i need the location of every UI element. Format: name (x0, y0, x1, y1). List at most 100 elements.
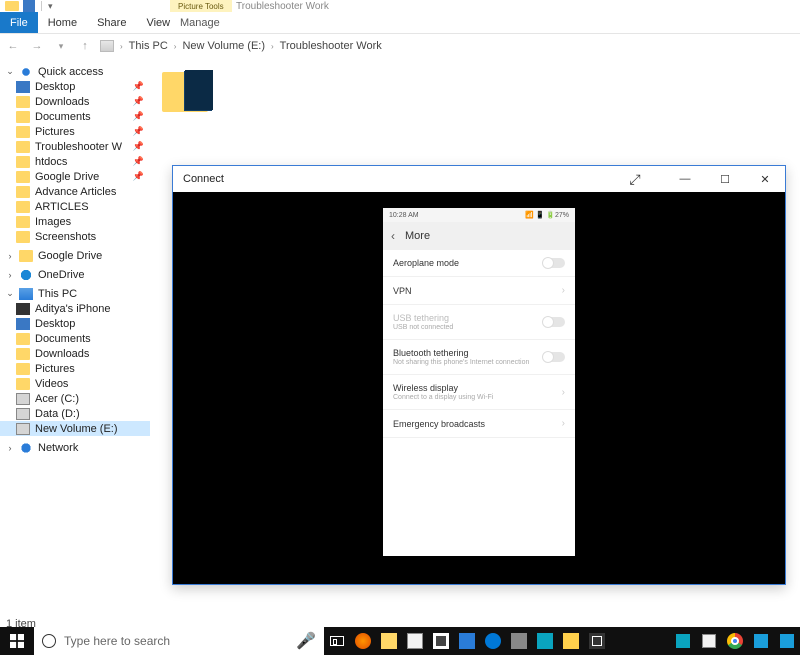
nav-qa-item[interactable]: ARTICLES (0, 199, 150, 214)
connect-window: Connect ⤢ — ☐ ✕ 10:28 AM 📶 📱 🔋27% ‹ More… (172, 165, 786, 585)
pin-icon: 📌 (133, 126, 144, 137)
nav-pc-item[interactable]: Pictures (0, 361, 150, 376)
crumb-this-pc[interactable]: This PC (129, 40, 168, 52)
nav-label: Pictures (35, 126, 75, 138)
taskbar-search[interactable]: Type here to search 🎤 (34, 627, 324, 655)
expand-icon[interactable]: ⤢ (615, 166, 655, 192)
taskbar-app-store[interactable] (428, 627, 454, 655)
microphone-icon[interactable]: 🎤 (296, 631, 316, 651)
nav-qa-item[interactable]: Pictures 📌 (0, 124, 150, 139)
maximize-button[interactable]: ☐ (705, 166, 745, 192)
connect-titlebar[interactable]: Connect ⤢ — ☐ ✕ (173, 166, 785, 192)
folder-item[interactable] (160, 68, 215, 118)
nav-back-icon[interactable]: ← (4, 37, 22, 55)
nav-google-drive[interactable]: › Google Drive (0, 248, 150, 263)
tray-chrome[interactable] (722, 627, 748, 655)
tab-share[interactable]: Share (87, 12, 136, 33)
nav-quick-access[interactable]: ⌄ Quick access (0, 64, 150, 79)
task-view-button[interactable] (324, 627, 350, 655)
tray-icon-1[interactable] (670, 627, 696, 655)
nav-label: ARTICLES (35, 201, 89, 213)
toggle-switch[interactable] (543, 352, 565, 362)
crumb-volume[interactable]: New Volume (E:) (182, 40, 265, 52)
taskbar-app-edge[interactable] (480, 627, 506, 655)
folder-icon (16, 81, 30, 93)
taskbar-app-explorer[interactable] (376, 627, 402, 655)
nav-label: Pictures (35, 363, 75, 375)
nav-pc-item[interactable]: Acer (C:) (0, 391, 150, 406)
back-icon[interactable]: ‹ (391, 229, 395, 243)
explorer-icon[interactable] (5, 1, 19, 11)
qat-dropdown-icon[interactable]: ▾ (48, 1, 53, 12)
phone-setting-item[interactable]: USB tetheringUSB not connected (383, 305, 575, 340)
star-icon (19, 66, 33, 78)
phone-setting-item[interactable]: Bluetooth tetheringNot sharing this phon… (383, 340, 575, 375)
connect-stage: 10:28 AM 📶 📱 🔋27% ‹ More Aeroplane modeV… (173, 192, 785, 584)
tab-home[interactable]: Home (38, 12, 87, 33)
setting-sublabel: Connect to a display using Wi-Fi (393, 394, 562, 401)
taskbar-app-sticky[interactable] (558, 627, 584, 655)
nav-pc-item[interactable]: Videos (0, 376, 150, 391)
nav-onedrive[interactable]: › OneDrive (0, 267, 150, 282)
onedrive-icon (19, 269, 33, 281)
nav-qa-item[interactable]: Google Drive 📌 (0, 169, 150, 184)
taskbar-app-misc1[interactable] (506, 627, 532, 655)
toggle-switch[interactable] (543, 258, 565, 268)
qat-checked-icon[interactable] (23, 0, 35, 12)
phone-header: ‹ More (383, 222, 575, 250)
phone-setting-item[interactable]: Emergency broadcasts› (383, 410, 575, 438)
nav-forward-icon[interactable]: → (28, 37, 46, 55)
tab-manage[interactable]: Manage (170, 12, 230, 34)
nav-recent-icon[interactable]: ▾ (52, 37, 70, 55)
nav-pc-item[interactable]: Aditya's iPhone (0, 301, 150, 316)
nav-label: Documents (35, 333, 91, 345)
crumb-sep: › (271, 42, 274, 51)
taskbar-app-mail[interactable] (584, 627, 610, 655)
taskbar-app-firefox[interactable] (350, 627, 376, 655)
taskbar-app-word[interactable] (454, 627, 480, 655)
nav-qa-item[interactable]: Downloads 📌 (0, 94, 150, 109)
minimize-button[interactable]: — (665, 166, 705, 192)
nav-up-icon[interactable]: ↑ (76, 37, 94, 55)
tray-icon-2[interactable] (696, 627, 722, 655)
nav-qa-item[interactable]: Documents 📌 (0, 109, 150, 124)
phone-status-icons: 📶 📱 🔋27% (525, 211, 569, 219)
phone-setting-item[interactable]: Wireless displayConnect to a display usi… (383, 375, 575, 410)
nav-network[interactable]: › Network (0, 440, 150, 455)
taskbar-app-misc2[interactable] (532, 627, 558, 655)
tray-icon-4[interactable] (774, 627, 800, 655)
crumb-folder[interactable]: Troubleshooter Work (280, 40, 382, 52)
nav-pc-item[interactable]: Documents (0, 331, 150, 346)
nav-qa-item[interactable]: Screenshots (0, 229, 150, 244)
nav-qa-item[interactable]: htdocs 📌 (0, 154, 150, 169)
close-button[interactable]: ✕ (745, 166, 785, 192)
nav-pc-item[interactable]: Data (D:) (0, 406, 150, 421)
folder-preview-icon (185, 70, 213, 110)
phone-time: 10:28 AM (389, 212, 419, 219)
tray-icon-3[interactable] (748, 627, 774, 655)
nav-pc-item[interactable]: Downloads (0, 346, 150, 361)
start-button[interactable] (0, 627, 34, 655)
chevron-right-icon: › (6, 443, 14, 453)
nav-qa-item[interactable]: Images (0, 214, 150, 229)
tab-file[interactable]: File (0, 12, 38, 33)
connect-title: Connect (183, 173, 224, 185)
nav-pc-item[interactable]: New Volume (E:) (0, 421, 150, 436)
cortana-icon (42, 634, 56, 648)
nav-qa-item[interactable]: Desktop 📌 (0, 79, 150, 94)
pin-icon: 📌 (133, 156, 144, 167)
nav-qa-item[interactable]: Troubleshooter W 📌 (0, 139, 150, 154)
phone-setting-item[interactable]: VPN› (383, 277, 575, 305)
nav-this-pc[interactable]: ⌄ This PC (0, 286, 150, 301)
nav-label: Quick access (38, 66, 103, 78)
taskbar-app-text[interactable] (402, 627, 428, 655)
window-title: Troubleshooter Work (228, 0, 337, 12)
setting-sublabel: USB not connected (393, 324, 543, 331)
chevron-right-icon: › (6, 270, 14, 280)
setting-label: USB tethering (393, 313, 449, 323)
folder-icon (19, 250, 33, 262)
toggle-switch[interactable] (543, 317, 565, 327)
phone-setting-item[interactable]: Aeroplane mode (383, 250, 575, 277)
nav-pc-item[interactable]: Desktop (0, 316, 150, 331)
nav-qa-item[interactable]: Advance Articles (0, 184, 150, 199)
